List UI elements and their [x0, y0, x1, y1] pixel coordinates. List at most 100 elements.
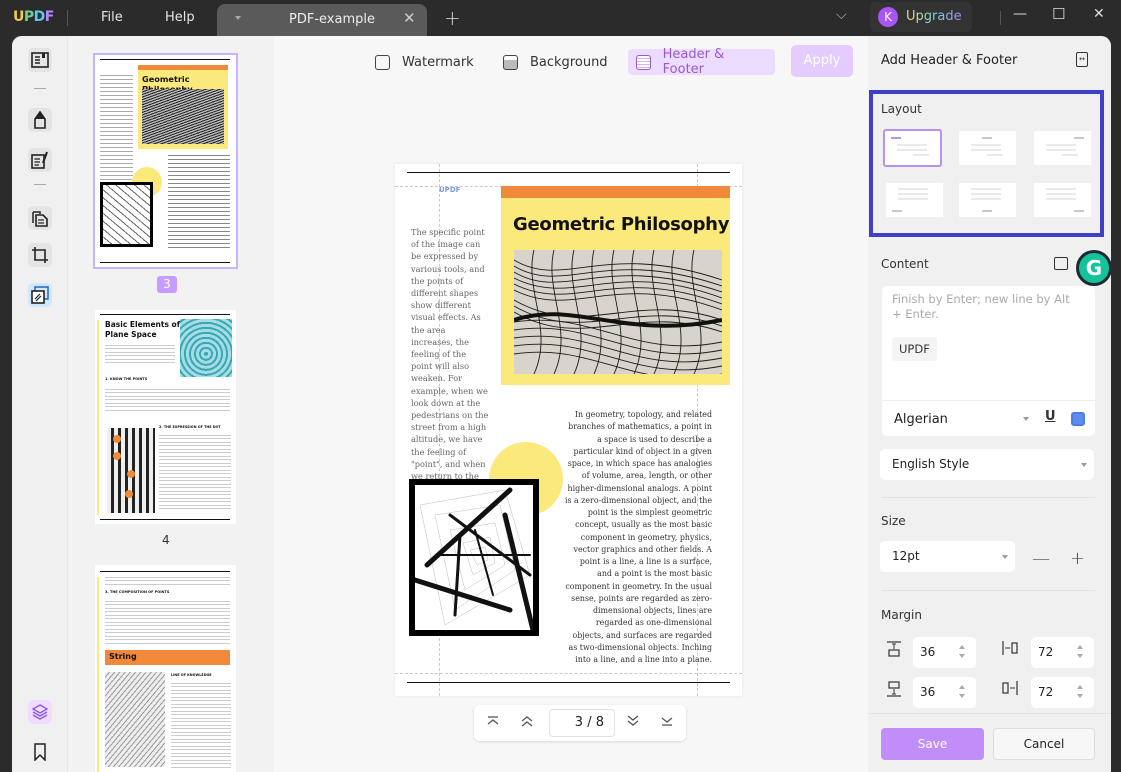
size-select[interactable]: 12pt [880, 541, 1015, 572]
left-column-text: The specific point of the image can be e… [411, 227, 489, 518]
thumbnail-page-4[interactable]: Basic Elements of Plane Space 1. KNOW TH… [95, 310, 236, 524]
updf-logo: UPDF [13, 9, 54, 25]
layout-bottom-center[interactable] [959, 183, 1016, 217]
thumb-heading: 3. THE COMPOSITION OF POINTS [105, 590, 170, 594]
content-editor[interactable]: Finish by Enter; new line by Alt + Enter… [882, 286, 1095, 436]
margin-top-icon [886, 640, 902, 661]
divider [67, 10, 68, 26]
thumbnail-page-5[interactable]: 3. THE COMPOSITION OF POINTS String LINE… [95, 565, 236, 772]
layers-icon[interactable] [28, 700, 52, 724]
header-footer-tab[interactable]: Header & Footer [628, 47, 775, 77]
tab-dropdown-icon[interactable] [235, 16, 241, 20]
edit-text-icon[interactable] [28, 148, 52, 172]
divider [882, 497, 1095, 498]
page-number-input[interactable]: 3 / 8 [549, 709, 615, 737]
watermark-tab[interactable]: Watermark [375, 49, 474, 75]
cancel-button[interactable]: Cancel [993, 728, 1095, 760]
crop-icon[interactable] [28, 243, 52, 267]
background-tab[interactable]: Background [503, 49, 608, 75]
title-bar: UPDF File Help PDF-example ✕ + ⌵ K Upgra… [0, 0, 1121, 36]
bookmark-icon[interactable] [28, 740, 52, 764]
thumbnail-page-3[interactable]: Geometric Philosophy [93, 53, 238, 269]
style-value: English Style [892, 457, 970, 471]
spiral-image [409, 479, 539, 636]
toolbar-divider [34, 88, 46, 89]
size-label: Size [881, 514, 906, 528]
layout-bottom-left[interactable] [886, 183, 943, 217]
increase-size-button[interactable]: + [1070, 548, 1085, 569]
wave-image [514, 250, 722, 374]
margin-left-input[interactable]: 72 [1031, 637, 1094, 668]
avatar[interactable]: K [878, 7, 898, 27]
page-title: Geometric Philosophy [513, 214, 730, 235]
content-chip[interactable]: UPDF [892, 337, 937, 361]
layout-label: Layout [881, 102, 922, 116]
watermark-tool-icon[interactable] [28, 283, 52, 307]
insert-date-icon[interactable] [1054, 257, 1068, 270]
thumb-heading: 2. THE EXPRESSION OF THE DOT [159, 425, 221, 429]
page-navigator: 3 / 8 [474, 705, 686, 741]
export-template-icon[interactable]: ↔ [1076, 52, 1088, 67]
highlighter-icon[interactable] [28, 108, 52, 132]
content-label: Content [881, 257, 929, 271]
maximize-button[interactable]: ☐ [1052, 5, 1065, 23]
page-number-4: 4 [162, 533, 170, 547]
margin-bottom-icon [886, 680, 902, 701]
layout-top-right[interactable] [1034, 131, 1091, 165]
font-row: Algerian U [882, 400, 1095, 436]
menu-file[interactable]: File [101, 10, 123, 25]
last-page-button[interactable] [659, 714, 675, 730]
close-window-button[interactable]: ✕ [1093, 6, 1105, 22]
page-number-3: 3 [157, 276, 177, 293]
thumb-title: Basic Elements of Plane Space [105, 320, 180, 339]
underline-button[interactable]: U [1045, 409, 1056, 424]
layout-top-left[interactable] [883, 129, 942, 167]
header-footer-icon [636, 54, 651, 70]
tab-list-chevron-icon[interactable]: ⌵ [836, 7, 847, 23]
content-placeholder: Finish by Enter; new line by Alt + Enter… [892, 292, 1070, 321]
minimize-button[interactable]: — [1013, 6, 1027, 22]
divider [868, 713, 1111, 714]
thumb-heading: 1. KNOW THE POINTS [105, 377, 148, 381]
margin-right-icon [1001, 680, 1019, 699]
watermark-icon [375, 54, 390, 70]
font-dropdown-icon[interactable] [1023, 417, 1029, 421]
reader-icon[interactable] [28, 48, 52, 72]
margin-right-input[interactable]: 72 [1031, 677, 1094, 708]
header-footer-panel: Add Header & Footer ↔ Layout Content G F… [868, 36, 1111, 772]
panel-title: Add Header & Footer [881, 53, 1018, 68]
thumb-heading: LINE OF KNOWLEDGE [171, 673, 212, 677]
thumb-banner: String [109, 652, 137, 661]
upgrade-button[interactable]: K Upgrade [870, 2, 972, 32]
size-dropdown-icon [1002, 555, 1008, 559]
divider [1000, 11, 1001, 25]
new-tab-button[interactable]: + [444, 6, 461, 30]
first-page-button[interactable] [485, 714, 501, 730]
document-tab[interactable]: PDF-example ✕ [217, 4, 427, 36]
previous-page-button[interactable] [519, 714, 535, 730]
app-window: Geometric Philosophy 3 Basic Elements of… [12, 36, 1111, 772]
menu-help[interactable]: Help [165, 10, 195, 25]
style-dropdown-icon [1081, 463, 1087, 467]
save-button[interactable]: Save [881, 728, 984, 760]
organize-pages-icon[interactable] [28, 206, 52, 230]
margin-left-icon [1001, 640, 1019, 659]
next-page-button[interactable] [625, 714, 641, 730]
watermark-label: Watermark [402, 54, 474, 70]
text-color-swatch[interactable] [1071, 412, 1085, 426]
style-select[interactable]: English Style [880, 449, 1094, 480]
layout-top-center[interactable] [959, 131, 1016, 165]
header-rule [407, 172, 730, 173]
apply-button[interactable]: Apply [791, 45, 853, 77]
margin-bottom-input[interactable]: 36 [913, 677, 976, 708]
font-select[interactable]: Algerian [894, 412, 948, 427]
decrease-size-button[interactable]: — [1032, 548, 1050, 569]
background-label: Background [530, 54, 608, 70]
tab-close-icon[interactable]: ✕ [403, 9, 416, 27]
document-canvas: Watermark Background Header & Footer App… [274, 36, 868, 772]
margin-guide-bottom [395, 673, 742, 674]
grammarly-icon[interactable]: G [1076, 250, 1111, 286]
layout-bottom-right[interactable] [1034, 183, 1091, 217]
margin-top-input[interactable]: 36 [913, 637, 976, 668]
footer-rule [407, 682, 730, 683]
